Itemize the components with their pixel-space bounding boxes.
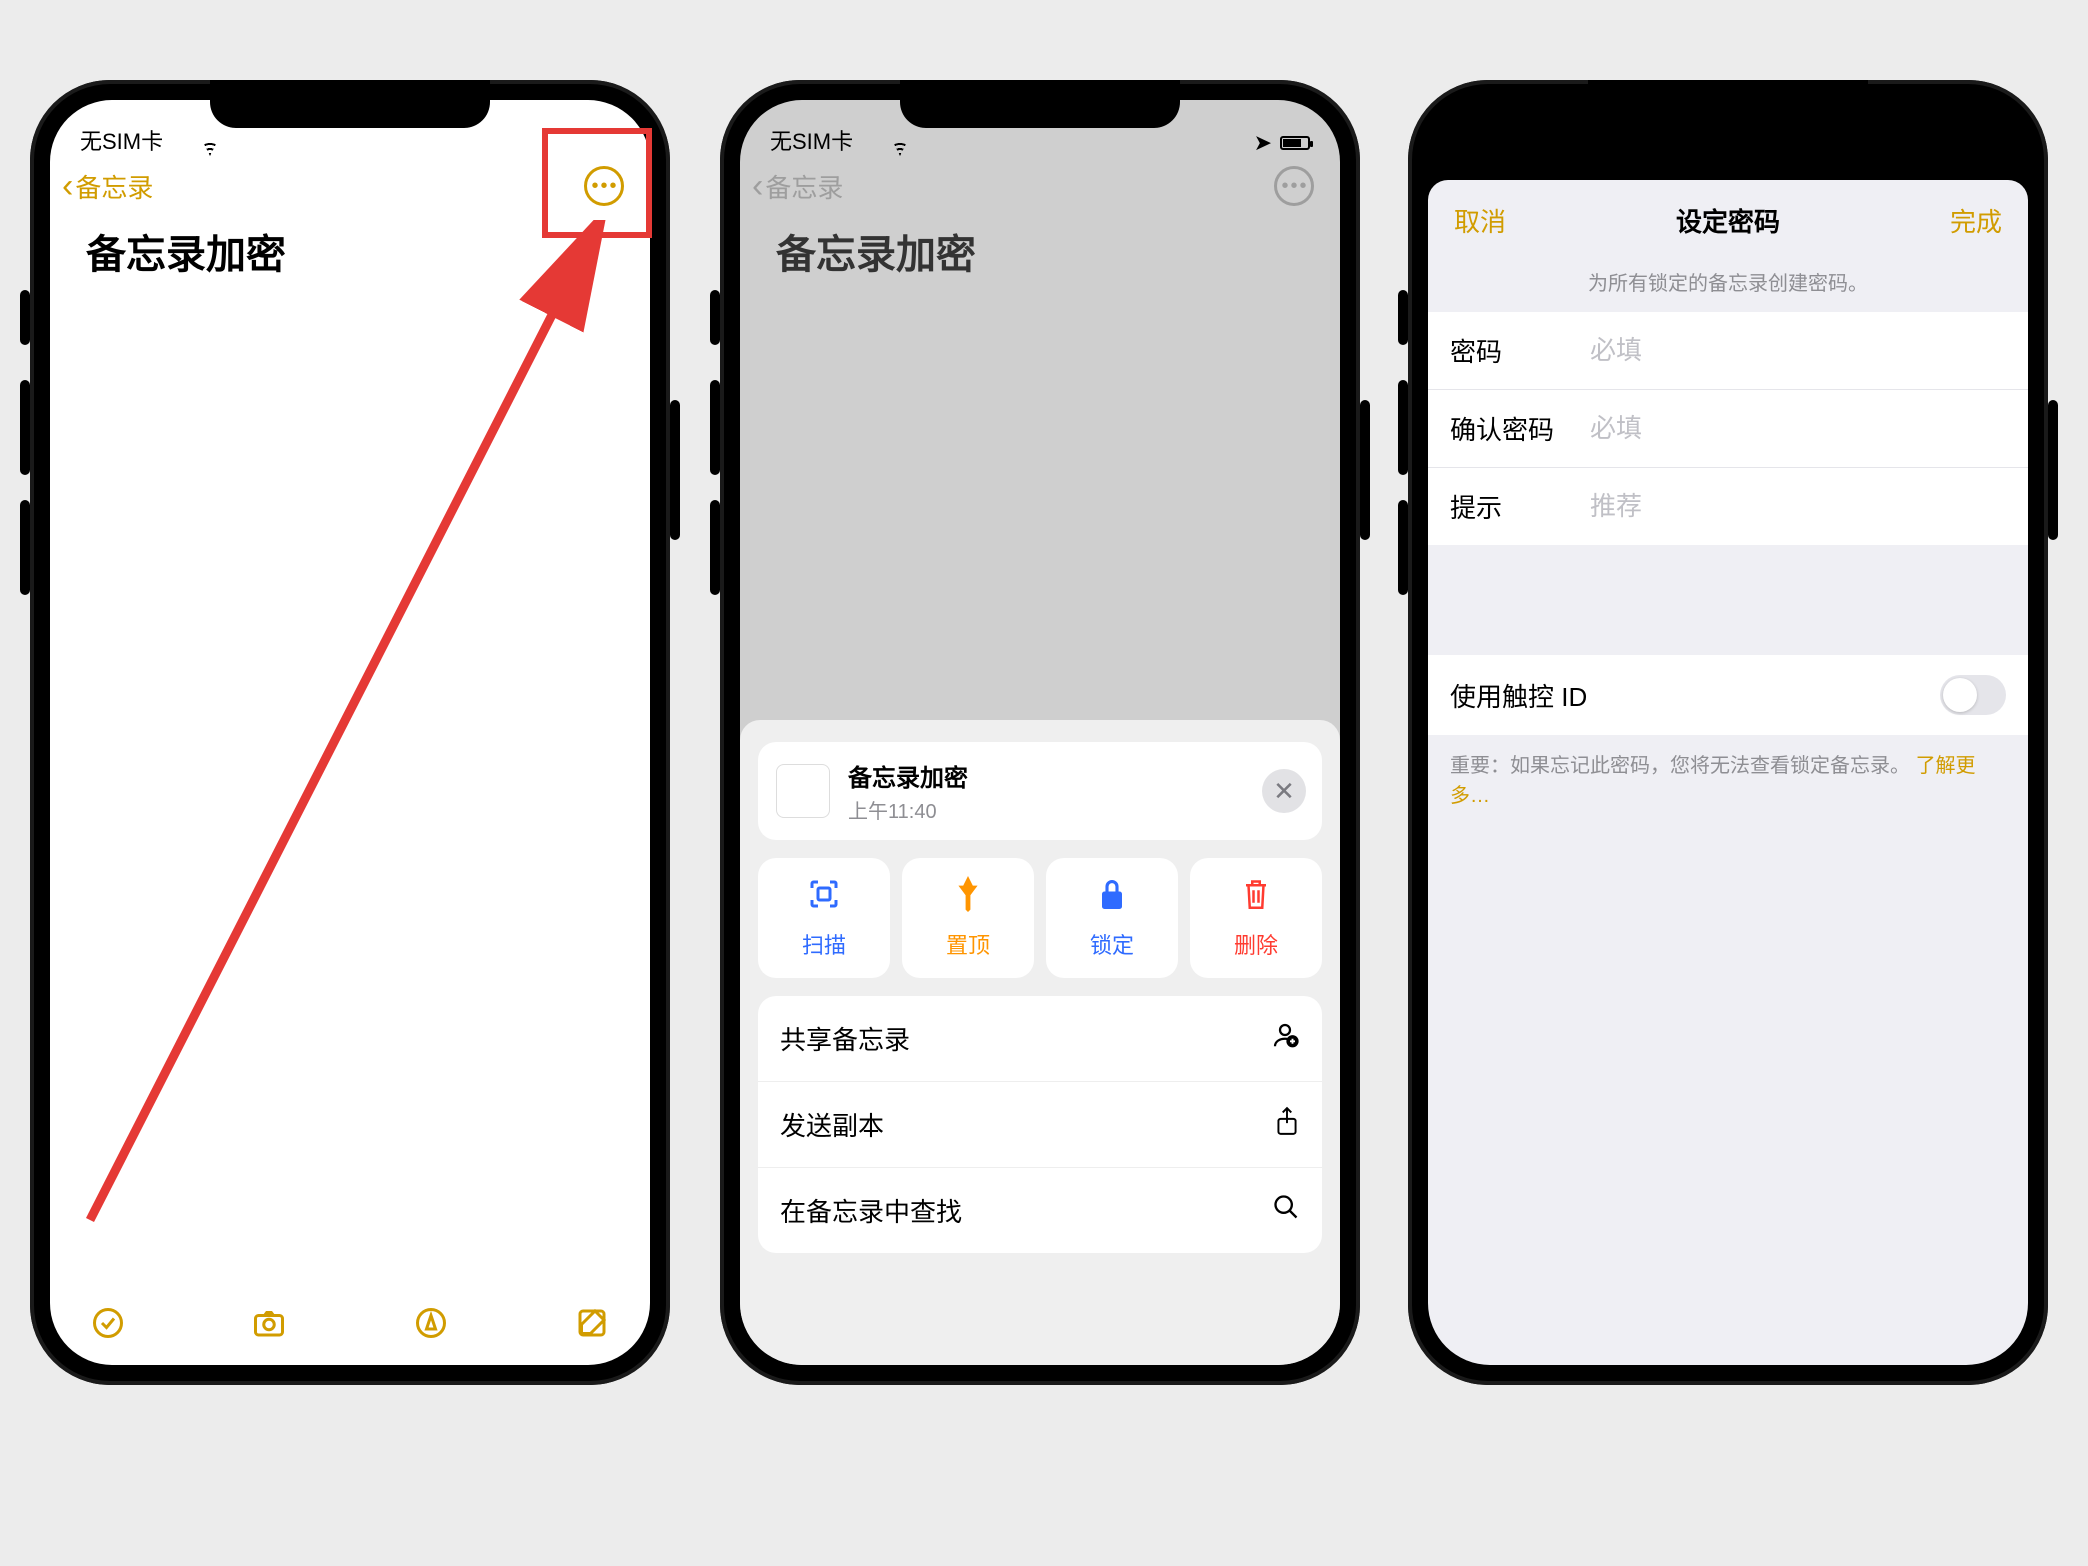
wifi-icon [198,132,222,150]
ellipsis-icon: ••• [591,175,618,198]
bottom-toolbar [50,1285,650,1365]
back-label: 备忘录 [75,168,153,205]
battery-icon [1280,136,1310,150]
scan-icon [806,876,842,918]
sheet-action-grid: 扫描 置顶 锁定 [758,858,1322,978]
lock-icon [1097,876,1127,918]
notes-editor-screen: 无SIM卡 ‹ 备忘录 ••• 备忘录加密 [50,100,650,1365]
find-in-note-row[interactable]: 在备忘录中查找 [758,1168,1322,1253]
carrier-label: 无SIM卡 [80,124,163,156]
pin-icon [953,876,983,918]
confirm-password-label: 确认密码 [1450,410,1590,447]
ellipsis-icon: ••• [1281,175,1308,198]
more-options-button: ••• [1274,166,1314,206]
password-input[interactable] [1590,335,2006,366]
close-icon: ✕ [1273,776,1295,807]
find-in-note-label: 在备忘录中查找 [780,1192,962,1229]
sheet-title: 设定密码 [1676,202,1780,239]
password-form: 密码 确认密码 提示 [1428,312,2028,545]
person-add-icon [1270,1020,1300,1057]
draw-button[interactable] [413,1305,449,1346]
scan-label: 扫描 [802,928,846,960]
password-label: 密码 [1450,332,1590,369]
sheet-subtitle: 为所有锁定的备忘录创建密码。 [1428,261,2028,312]
delete-label: 删除 [1234,928,1278,960]
hint-label: 提示 [1450,488,1590,525]
back-button: ‹ 备忘录 [752,168,843,205]
camera-button[interactable] [251,1305,287,1346]
note-thumbnail [776,764,830,818]
sheet-nav: 取消 设定密码 完成 [1428,180,2028,261]
nav-bar-dimmed: ‹ 备忘录 ••• [740,160,1340,216]
done-button[interactable]: 完成 [1950,202,2002,239]
share-up-icon [1274,1106,1300,1143]
note-title[interactable]: 备忘录加密 [50,216,650,280]
hint-input[interactable] [1590,491,2006,522]
notes-actionsheet-screen: 无SIM卡 ➤ ‹ 备忘录 ••• [740,100,1340,1365]
nav-bar: ‹ 备忘录 ••• [50,160,650,216]
touch-id-label: 使用触控 ID [1450,677,1587,714]
confirm-password-row: 确认密码 [1428,390,2028,468]
sheet-note-title: 备忘录加密 [848,758,968,793]
back-label: 备忘录 [765,168,843,205]
share-note-label: 共享备忘录 [780,1020,910,1057]
search-icon [1272,1193,1300,1228]
footer-note-text: 重要：如果忘记此密码，您将无法查看锁定备忘录。 [1450,755,1910,777]
close-button[interactable]: ✕ [1262,769,1306,813]
cancel-button[interactable]: 取消 [1454,202,1506,239]
action-sheet: 备忘录加密 上午11:40 ✕ 扫描 [740,720,1340,1365]
touch-id-switch[interactable] [1940,675,2006,715]
footer-note: 重要：如果忘记此密码，您将无法查看锁定备忘录。 了解更多… [1428,735,2028,827]
send-copy-label: 发送副本 [780,1106,884,1143]
lock-button[interactable]: 锁定 [1046,858,1178,978]
scan-button[interactable]: 扫描 [758,858,890,978]
sheet-header: 备忘录加密 上午11:40 ✕ [758,742,1322,840]
trash-icon [1241,876,1271,918]
carrier-label: 无SIM卡 [770,124,853,156]
sheet-note-time: 上午11:40 [848,795,968,824]
pin-button[interactable]: 置顶 [902,858,1034,978]
set-password-sheet: 取消 设定密码 完成 为所有锁定的备忘录创建密码。 密码 确认密码 提示 [1428,180,2028,1365]
hint-row: 提示 [1428,468,2028,545]
lock-label: 锁定 [1090,928,1134,960]
set-password-screen: 取消 设定密码 完成 为所有锁定的备忘录创建密码。 密码 确认密码 提示 [1428,100,2028,1365]
more-options-button[interactable]: ••• [584,166,624,206]
send-copy-row[interactable]: 发送副本 [758,1082,1322,1168]
note-title: 备忘录加密 [740,216,1340,280]
share-note-row[interactable]: 共享备忘录 [758,996,1322,1082]
touch-id-row: 使用触控 ID [1428,655,2028,735]
chevron-left-icon: ‹ [752,169,763,203]
sheet-action-list: 共享备忘录 发送副本 在备忘录中查找 [758,996,1322,1253]
checklist-button[interactable] [90,1305,126,1346]
location-icon: ➤ [1254,130,1272,156]
password-row: 密码 [1428,312,2028,390]
compose-button[interactable] [574,1305,610,1346]
confirm-password-input[interactable] [1590,413,2006,444]
delete-button[interactable]: 删除 [1190,858,1322,978]
back-button[interactable]: ‹ 备忘录 [62,168,153,205]
chevron-left-icon: ‹ [62,169,73,203]
pin-label: 置顶 [946,928,990,960]
wifi-icon [888,132,912,150]
